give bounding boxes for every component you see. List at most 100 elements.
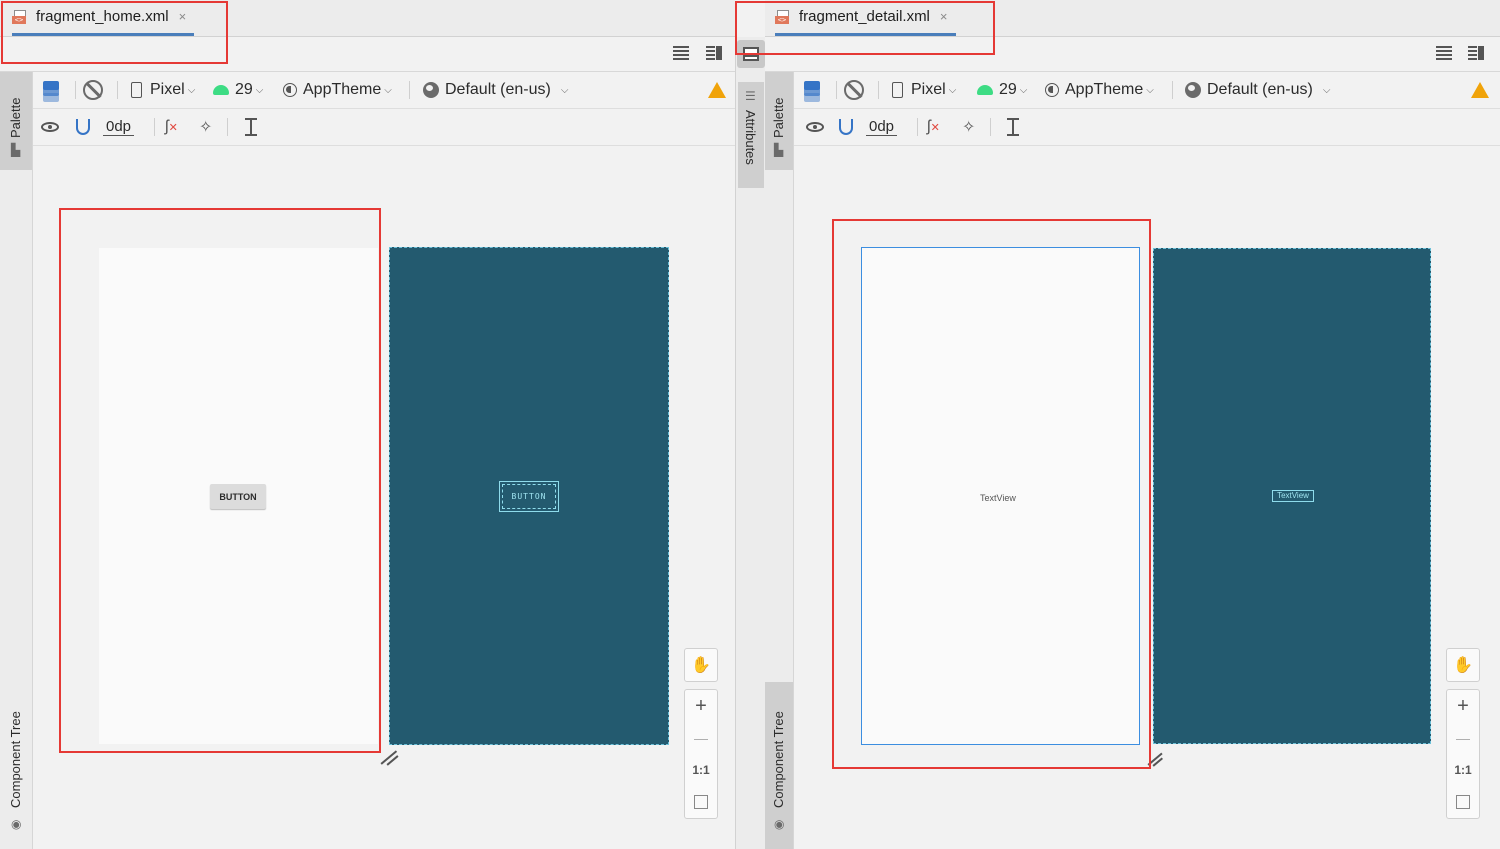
design-canvas[interactable]: BUTTON BUTTON ✋ + — 1:1 (33, 146, 735, 849)
api-level-selector[interactable]: 29 ⌵ (977, 72, 1027, 108)
close-tab-icon[interactable]: × (179, 9, 187, 24)
blueprint-button-label: BUTTON (502, 484, 556, 509)
locale-label: Default (en-us) (1207, 81, 1313, 98)
blueprint-button[interactable]: BUTTON (499, 481, 559, 512)
component-tree-tab[interactable]: Component Tree (8, 711, 23, 808)
editor-tabbar: <> fragment_detail.xml × (765, 0, 1500, 37)
device-selector[interactable]: Pixel ⌵ (892, 72, 956, 108)
palette-tab[interactable]: Palette (8, 98, 23, 138)
attributes-label: Attributes (743, 110, 758, 165)
clear-constraints-button[interactable]: ʃ✕ (165, 109, 178, 145)
device-selector[interactable]: Pixel ⌵ (131, 72, 195, 108)
autoconnect-toggle[interactable] (76, 109, 90, 145)
magnet-icon (76, 119, 90, 135)
guidelines-button[interactable] (1007, 109, 1019, 145)
view-options-button[interactable] (806, 109, 824, 145)
locale-selector[interactable]: Default (en-us) ⌵ (1185, 72, 1330, 108)
blueprint-preview[interactable]: BUTTON (389, 247, 669, 745)
resize-handle-icon[interactable] (1147, 752, 1166, 767)
editor-pane-detail: <> fragment_detail.xml × Palette ▙ Compo… (765, 0, 1500, 849)
tab-fragment-detail[interactable]: <> fragment_detail.xml × (775, 0, 956, 36)
component-tree-icon: ◉ (774, 817, 785, 831)
design-canvas[interactable]: TextView TextView ✋ + — 1:1 (794, 146, 1500, 849)
chevron-down-icon: ⌵ (384, 84, 392, 96)
close-tab-icon[interactable]: × (940, 9, 948, 24)
api-label: 29 (999, 81, 1017, 98)
api-level-selector[interactable]: 29 ⌵ (213, 72, 263, 108)
guidelines-button[interactable] (245, 109, 257, 145)
component-tree-icon: ◉ (11, 817, 22, 831)
zoom-out-button[interactable]: — (685, 722, 717, 754)
resize-handle-icon[interactable] (380, 750, 399, 766)
hand-icon: ✋ (1453, 657, 1473, 674)
default-margin-selector[interactable]: 0dp (866, 109, 898, 145)
fit-screen-button[interactable] (685, 786, 717, 818)
fit-screen-icon (694, 795, 708, 809)
editor-tabbar: <> fragment_home.xml × (0, 0, 735, 37)
design-surface-button[interactable] (41, 72, 63, 108)
design-preview[interactable]: BUTTON (99, 248, 378, 744)
default-margin-selector[interactable]: 0dp (103, 109, 135, 145)
locale-label: Default (en-us) (445, 81, 551, 98)
fit-screen-button[interactable] (1447, 786, 1479, 818)
android-icon (213, 85, 229, 95)
palette-icon: ▙ (11, 143, 21, 157)
preview-button[interactable]: BUTTON (210, 484, 266, 509)
constraint-toolbar: 0dp ʃ✕ ✧ (794, 109, 1500, 146)
sliders-icon: ☰ (745, 89, 756, 103)
code-view-icon[interactable] (1436, 46, 1452, 60)
zoom-controls: + — 1:1 (1446, 689, 1480, 819)
warning-button[interactable] (708, 72, 726, 108)
pan-button[interactable]: ✋ (1446, 648, 1480, 682)
design-preview[interactable]: TextView (861, 247, 1140, 745)
palette-tab[interactable]: Palette (771, 98, 786, 138)
editor-pane-home: <> fragment_home.xml × Palette ▙ Compone… (0, 0, 735, 849)
margin-value: 0dp (103, 118, 135, 136)
warning-button[interactable] (1471, 72, 1489, 108)
split-view-icon[interactable] (706, 46, 722, 60)
globe-icon (423, 82, 439, 98)
chevron-down-icon: ⌵ (560, 84, 569, 96)
locale-selector[interactable]: Default (en-us) ⌵ (423, 72, 568, 108)
warning-icon (708, 82, 726, 98)
design-surface-button[interactable] (802, 72, 824, 108)
design-view-button[interactable] (737, 40, 765, 68)
android-icon (977, 85, 993, 95)
theme-icon (283, 83, 297, 97)
layers-icon (41, 79, 63, 102)
actual-size-button[interactable]: 1:1 (1447, 754, 1479, 786)
autoconnect-toggle[interactable] (839, 109, 853, 145)
component-tree-tab[interactable]: Component Tree (771, 711, 786, 808)
xml-file-icon: <> (775, 9, 793, 24)
clear-constraints-button[interactable]: ʃ✕ (927, 109, 940, 145)
actual-size-button[interactable]: 1:1 (685, 754, 717, 786)
left-tool-strip: Palette ▙ Component Tree ◉ (765, 72, 794, 849)
preview-textview[interactable]: TextView (980, 493, 1016, 503)
attributes-strip: ☰ Attributes (735, 37, 767, 849)
design-view-icon (743, 47, 759, 61)
infer-constraints-button[interactable]: ✧ (199, 109, 212, 145)
blueprint-preview[interactable]: TextView (1153, 248, 1431, 744)
design-toolbar: Pixel ⌵ 29 ⌵ AppTheme ⌵ Default (en-us) ⌵ (794, 72, 1500, 109)
tab-fragment-home[interactable]: <> fragment_home.xml × (12, 0, 195, 36)
code-view-icon[interactable] (673, 46, 689, 60)
zoom-out-button[interactable]: — (1447, 722, 1479, 754)
chevron-down-icon: ⌵ (1322, 84, 1331, 96)
constraint-toolbar: 0dp ʃ✕ ✧ (33, 109, 735, 146)
attributes-tab[interactable]: ☰ Attributes (738, 82, 764, 188)
zoom-controls: + — 1:1 (684, 689, 718, 819)
magic-wand-icon: ✧ (962, 119, 976, 136)
orientation-button[interactable] (844, 72, 864, 108)
fit-screen-icon (1456, 795, 1470, 809)
zoom-in-button[interactable]: + (685, 690, 717, 722)
zoom-in-button[interactable]: + (1447, 690, 1479, 722)
infer-constraints-button[interactable]: ✧ (962, 109, 975, 145)
orientation-button[interactable] (83, 72, 103, 108)
blueprint-textview[interactable]: TextView (1272, 490, 1314, 502)
hand-icon: ✋ (691, 657, 711, 674)
theme-selector[interactable]: AppTheme ⌵ (283, 72, 392, 108)
pan-button[interactable]: ✋ (684, 648, 718, 682)
split-view-icon[interactable] (1468, 46, 1484, 60)
theme-selector[interactable]: AppTheme ⌵ (1045, 72, 1154, 108)
view-options-button[interactable] (41, 109, 59, 145)
